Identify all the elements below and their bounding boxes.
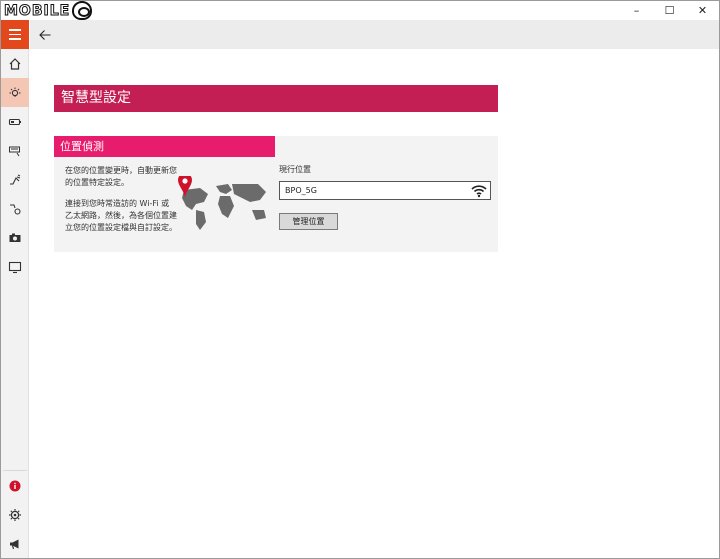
sidebar-item-settings[interactable]	[1, 500, 29, 529]
minimize-button[interactable]: –	[620, 1, 653, 20]
manage-locations-button[interactable]: 管理位置	[279, 213, 338, 230]
sidebar	[1, 20, 29, 558]
sidebar-item-audio[interactable]	[1, 194, 29, 223]
panel-description-1: 在您的位置變更時，自動更新您的位置特定設定。	[65, 166, 177, 187]
sidebar-item-keyboard[interactable]	[1, 136, 29, 165]
app-window: MOBILE – ☐ ✕ 智慧型設定 位置偵測 在您的位置變更時，自動更新您的位…	[0, 0, 720, 559]
sidebar-item-feedback[interactable]	[1, 529, 29, 558]
lightbulb-icon	[9, 87, 21, 96]
current-location-label: 現行位置	[279, 165, 311, 174]
current-location-field[interactable]: BPO_5G	[279, 181, 491, 200]
maximize-button[interactable]: ☐	[653, 1, 686, 20]
audio-settings-icon	[10, 203, 21, 215]
camera-icon	[9, 233, 21, 242]
sidebar-bottom	[1, 470, 29, 558]
back-button[interactable]	[36, 26, 54, 44]
sidebar-item-home[interactable]	[1, 49, 29, 78]
panel-description-2: 連接到您時常造訪的 Wi-Fi 或乙太網路，然後，為各個位置建立您的位置設定檔與…	[65, 199, 177, 232]
wifi-icon	[471, 185, 487, 198]
sidebar-item-smart-settings[interactable]	[1, 78, 29, 107]
hamburger-icon[interactable]	[1, 20, 29, 49]
title-bar: MOBILE – ☐ ✕	[1, 1, 719, 20]
battery-tag-icon	[8, 118, 21, 125]
window-controls: – ☐ ✕	[620, 1, 719, 20]
gear-icon	[9, 508, 21, 521]
main-content: 智慧型設定 位置偵測 在您的位置變更時，自動更新您的位置特定設定。 連接到您時常…	[30, 49, 719, 558]
sidebar-item-camera[interactable]	[1, 223, 29, 252]
sidebar-item-display[interactable]	[1, 252, 29, 281]
info-icon	[9, 480, 21, 491]
sidebar-item-info[interactable]	[1, 471, 29, 500]
wireless-signal-icon	[10, 174, 21, 185]
home-icon	[9, 57, 21, 70]
sidebar-item-battery[interactable]	[1, 107, 29, 136]
monitor-icon	[8, 261, 22, 273]
sidebar-item-wireless[interactable]	[1, 165, 29, 194]
world-map-pin-icon	[178, 176, 266, 230]
panel-title: 位置偵測	[54, 136, 275, 157]
header-bar	[30, 20, 719, 49]
close-button[interactable]: ✕	[686, 1, 719, 20]
keyboard-light-icon	[9, 146, 20, 156]
watermark-logo: MOBILE	[3, 1, 93, 20]
back-arrow-icon	[39, 30, 51, 40]
current-location-value: BPO_5G	[285, 186, 317, 195]
location-detection-panel: 位置偵測 在您的位置變更時，自動更新您的位置特定設定。 連接到您時常造訪的 Wi…	[54, 136, 498, 252]
page-title: 智慧型設定	[54, 85, 498, 112]
megaphone-icon	[10, 539, 19, 549]
